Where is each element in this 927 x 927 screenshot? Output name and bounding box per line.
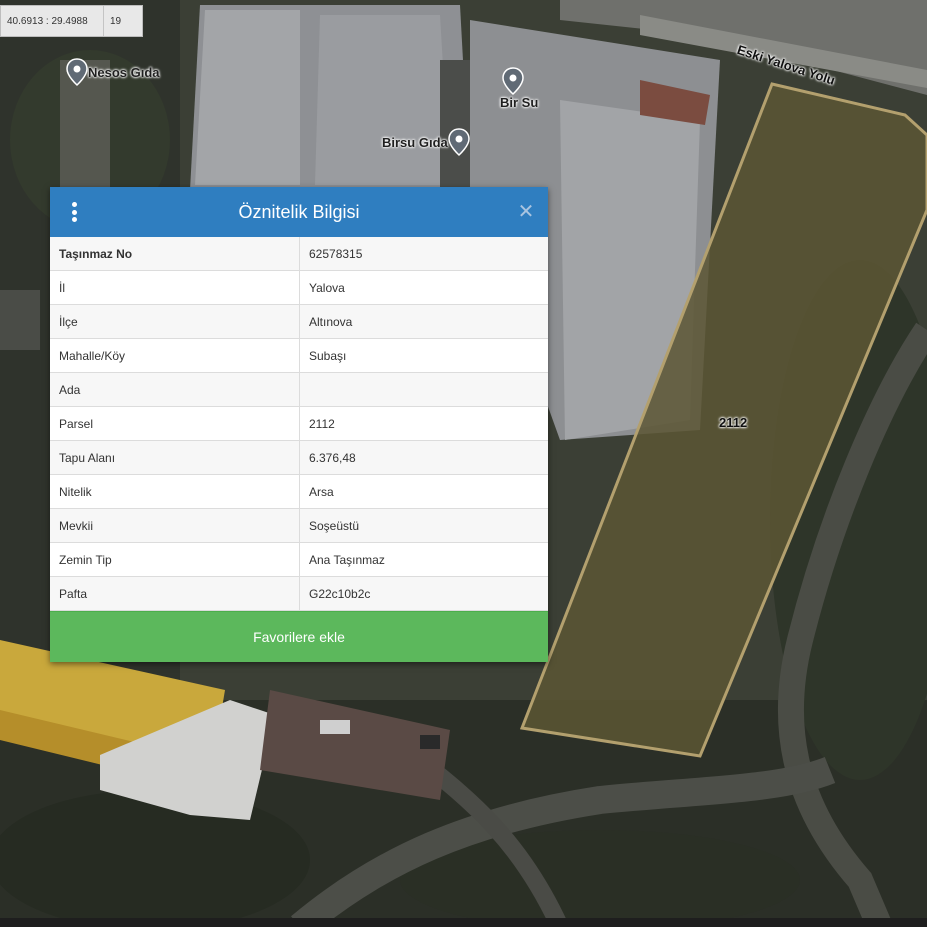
map-footer-strip — [0, 918, 927, 927]
attribute-key: Mevkii — [50, 508, 300, 543]
parcel-number-label[interactable]: 2112 — [719, 415, 747, 430]
coordinate-text: 40.6913 : 29.4988 — [1, 6, 104, 36]
attribute-key: Ada — [50, 372, 300, 407]
attribute-value: Arsa — [299, 474, 548, 509]
table-row: Ada — [50, 372, 548, 407]
attribute-key: Tapu Alanı — [50, 440, 300, 475]
table-row: İl Yalova — [50, 270, 548, 305]
map-pin-icon — [447, 128, 470, 156]
panel-title: Öznitelik Bilgisi — [238, 201, 360, 222]
table-row: Tapu Alanı 6.376,48 — [50, 440, 548, 475]
attribute-value: Ana Taşınmaz — [299, 542, 548, 577]
attribute-info-panel: Öznitelik Bilgisi ✕ Taşınmaz No 62578315… — [50, 187, 548, 662]
attribute-value: 62578315 — [299, 237, 548, 271]
table-row: Mahalle/Köy Subaşı — [50, 338, 548, 373]
add-to-favorites-button[interactable]: Favorilere ekle — [50, 611, 548, 662]
attribute-table: Taşınmaz No 62578315 İl Yalova İlçe Altı… — [50, 237, 548, 611]
poi-bir-su[interactable]: Bir Su — [500, 67, 539, 110]
attribute-value: G22c10b2c — [299, 576, 548, 611]
table-row: İlçe Altınova — [50, 304, 548, 339]
map-pin-icon — [66, 58, 88, 86]
attribute-key: Zemin Tip — [50, 542, 300, 577]
attribute-value: Yalova — [299, 270, 548, 305]
map-pin-icon — [502, 67, 524, 95]
coordinate-readout: 40.6913 : 29.4988 19 — [0, 5, 143, 37]
attribute-key: Nitelik — [50, 474, 300, 509]
more-vertical-icon[interactable] — [70, 202, 78, 222]
attribute-value — [299, 372, 548, 407]
poi-birsu-gida[interactable]: Birsu Gıda — [382, 128, 470, 156]
attribute-key: Parsel — [50, 406, 300, 441]
attribute-key: İlçe — [50, 304, 300, 339]
table-row: Pafta G22c10b2c — [50, 576, 548, 611]
attribute-value: 6.376,48 — [299, 440, 548, 475]
table-row: Taşınmaz No 62578315 — [50, 237, 548, 271]
attribute-value: Subaşı — [299, 338, 548, 373]
close-icon[interactable]: ✕ — [516, 201, 536, 221]
poi-label: Nesos Gıda — [88, 64, 160, 80]
table-row: Nitelik Arsa — [50, 474, 548, 509]
attribute-key: Mahalle/Köy — [50, 338, 300, 373]
map-view[interactable]: 40.6913 : 29.4988 19 Nesos Gıda Bir Su B… — [0, 0, 927, 927]
poi-nesos-gida[interactable]: Nesos Gıda — [66, 58, 160, 86]
attribute-key: Pafta — [50, 576, 300, 611]
poi-label: Birsu Gıda — [382, 134, 448, 150]
attribute-value: 2112 — [299, 406, 548, 441]
panel-header: Öznitelik Bilgisi ✕ — [50, 187, 548, 237]
attribute-key: İl — [50, 270, 300, 305]
attribute-value: Soşeüstü — [299, 508, 548, 543]
poi-label: Bir Su — [500, 95, 539, 110]
zoom-level: 19 — [110, 15, 122, 27]
attribute-key: Taşınmaz No — [50, 237, 300, 271]
table-row: Mevkii Soşeüstü — [50, 508, 548, 543]
table-row: Zemin Tip Ana Taşınmaz — [50, 542, 548, 577]
table-row: Parsel 2112 — [50, 406, 548, 441]
attribute-value: Altınova — [299, 304, 548, 339]
